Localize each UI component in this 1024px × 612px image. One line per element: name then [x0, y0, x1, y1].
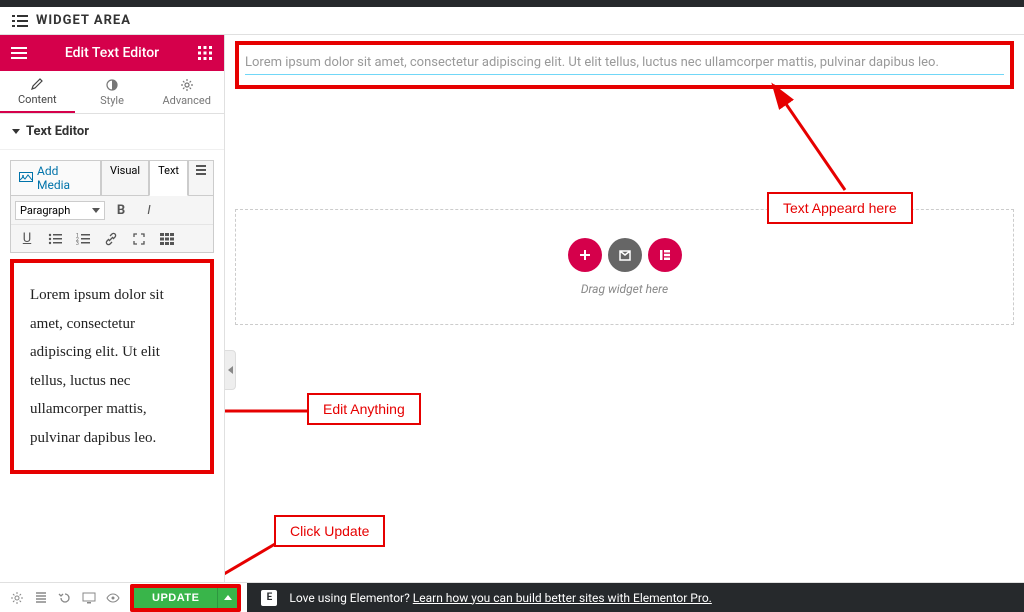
sidebar-header: Edit Text Editor — [0, 35, 224, 71]
mode-tab-visual[interactable]: Visual — [101, 160, 149, 196]
navigator-icon[interactable] — [34, 591, 48, 605]
fullscreen-button[interactable] — [127, 228, 151, 250]
paragraph-select[interactable]: Paragraph — [15, 201, 105, 220]
footer: UPDATE E Love using Elementor? Learn how… — [0, 582, 1024, 612]
elementor-logo-icon: E — [261, 590, 277, 606]
sidebar: Edit Text Editor Content Style Advanced — [0, 35, 225, 582]
chevron-left-icon — [228, 366, 233, 374]
settings-icon[interactable] — [10, 591, 24, 605]
annotation-edit-anything: Edit Anything — [307, 393, 421, 425]
history-icon[interactable] — [58, 591, 72, 605]
style-icon — [105, 78, 119, 92]
drop-label: Drag widget here — [581, 282, 668, 296]
tab-label: Style — [100, 94, 124, 107]
template-library-button[interactable] — [608, 238, 642, 272]
footer-promo: Love using Elementor? Learn how you can … — [289, 591, 711, 605]
caret-up-icon — [224, 595, 232, 600]
widget-area-bar: WIDGET AREA — [0, 7, 1024, 35]
canvas: Lorem ipsum dolor sit amet, consectetur … — [225, 35, 1024, 582]
toolbar-toggle-button[interactable] — [155, 228, 179, 250]
editor-content[interactable]: Lorem ipsum dolor sit amet, consectetur … — [10, 259, 214, 474]
text-output-highlight: Lorem ipsum dolor sit amet, consectetur … — [235, 41, 1014, 89]
sidebar-title: Edit Text Editor — [65, 45, 159, 61]
add-media-button[interactable]: Add Media — [10, 160, 101, 196]
update-button-highlight: UPDATE — [130, 584, 241, 612]
bullet-list-button[interactable] — [43, 228, 67, 250]
editor-toolbar: Paragraph B I U 123 — [10, 196, 214, 253]
italic-button[interactable]: I — [137, 199, 161, 221]
preview-icon[interactable] — [106, 591, 120, 605]
elementor-logo-button[interactable] — [648, 238, 682, 272]
gear-icon — [180, 78, 194, 92]
section-title-text: Text Editor — [26, 124, 89, 139]
mode-tab-text[interactable]: Text — [149, 160, 188, 196]
arrow-to-editor — [225, 393, 319, 433]
distraction-free-button[interactable] — [188, 160, 214, 196]
tab-label: Content — [18, 93, 57, 106]
os-top-bar — [0, 0, 1024, 7]
widget-text-output[interactable]: Lorem ipsum dolor sit amet, consectetur … — [245, 55, 1004, 75]
add-media-label: Add Media — [37, 164, 92, 192]
media-icon — [19, 172, 33, 184]
tab-content[interactable]: Content — [0, 71, 75, 113]
underline-button[interactable]: U — [15, 228, 39, 250]
responsive-icon[interactable] — [82, 591, 96, 605]
footer-promo-prefix: Love using Elementor? — [289, 591, 412, 605]
annotation-text-appears: Text Appeard here — [767, 192, 913, 224]
caret-down-icon — [12, 129, 20, 134]
tab-style[interactable]: Style — [75, 71, 150, 113]
panel-collapse-handle[interactable] — [225, 350, 236, 390]
chevron-down-icon — [92, 208, 100, 213]
widget-area-title: WIDGET AREA — [36, 13, 131, 28]
footer-promo-link[interactable]: Learn how you can build better sites wit… — [413, 591, 712, 605]
paragraph-select-label: Paragraph — [20, 204, 70, 217]
add-section-button[interactable] — [568, 238, 602, 272]
bold-button[interactable]: B — [109, 199, 133, 221]
link-button[interactable] — [99, 228, 123, 250]
drop-zone[interactable]: Drag widget here — [235, 209, 1014, 325]
numbered-list-button[interactable]: 123 — [71, 228, 95, 250]
editor-area: Add Media Visual Text Paragraph — [0, 150, 224, 582]
sidebar-menu-button[interactable] — [10, 46, 28, 60]
svg-text:3: 3 — [76, 241, 79, 245]
menu-bars-icon — [12, 14, 28, 28]
tab-label: Advanced — [162, 94, 210, 107]
sidebar-tabs: Content Style Advanced — [0, 71, 224, 114]
sidebar-apps-button[interactable] — [196, 46, 214, 60]
update-button[interactable]: UPDATE — [134, 588, 217, 608]
annotation-click-update: Click Update — [274, 515, 385, 547]
pencil-icon — [30, 77, 44, 91]
update-more-button[interactable] — [217, 588, 237, 608]
tab-advanced[interactable]: Advanced — [149, 71, 224, 113]
section-text-editor[interactable]: Text Editor — [0, 114, 224, 150]
